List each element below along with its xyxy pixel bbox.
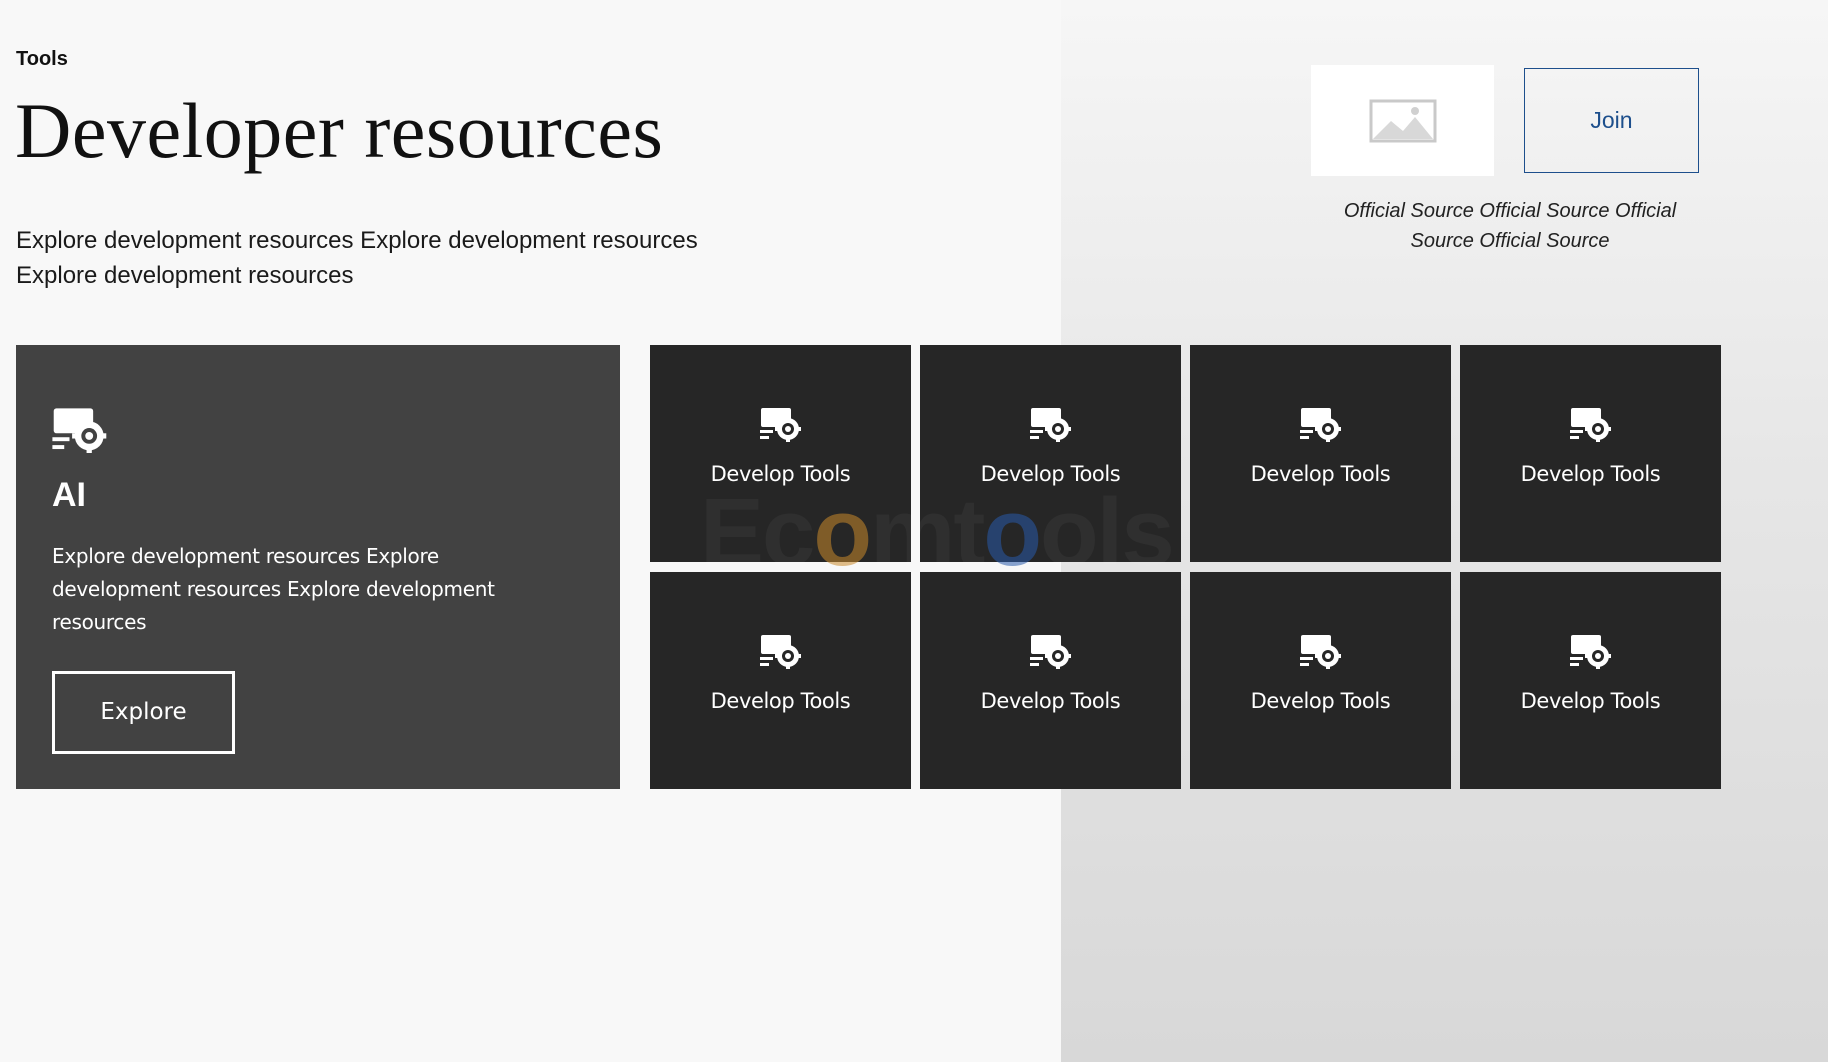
- promo-image[interactable]: [1311, 65, 1494, 176]
- tool-tile-label: Develop Tools: [1520, 689, 1661, 713]
- developer-tools-icon: [1569, 634, 1612, 669]
- feature-card-ai: AI Explore development resources Explore…: [16, 345, 620, 789]
- tool-tile-label: Develop Tools: [1250, 689, 1391, 713]
- join-button[interactable]: Join: [1524, 68, 1699, 173]
- explore-button[interactable]: Explore: [52, 670, 235, 754]
- developer-tools-icon: [759, 407, 802, 442]
- developer-tools-icon: [1029, 634, 1072, 669]
- tool-tile[interactable]: Develop Tools: [1190, 572, 1451, 789]
- tool-tile[interactable]: Develop Tools: [920, 345, 1181, 562]
- developer-tools-icon: [52, 407, 108, 453]
- tool-tile-label: Develop Tools: [1520, 462, 1661, 486]
- developer-tools-icon: [1569, 407, 1612, 442]
- developer-tools-icon: [1299, 634, 1342, 669]
- tool-tile[interactable]: Develop Tools: [1190, 345, 1451, 562]
- page-lead: Explore development resources Explore de…: [16, 227, 698, 289]
- feature-description: Explore development resources Explore de…: [52, 543, 495, 634]
- developer-tools-icon: [1299, 407, 1342, 442]
- tools-grid: Develop Tools Develop Tools Develop Tool…: [650, 345, 1721, 789]
- tool-tile[interactable]: Develop Tools: [1460, 572, 1721, 789]
- tool-tile-label: Develop Tools: [1250, 462, 1391, 486]
- tool-tile[interactable]: Develop Tools: [650, 572, 911, 789]
- developer-tools-icon: [759, 634, 802, 669]
- image-placeholder-icon: [1369, 99, 1436, 142]
- page-content: Tools Developer resources Explore develo…: [0, 0, 1828, 1062]
- official-source-note: Official Source Official Source Official…: [1343, 200, 1677, 252]
- section-eyebrow: Tools: [16, 48, 68, 70]
- tool-tile-label: Develop Tools: [980, 689, 1121, 713]
- page-title: Developer resources: [15, 87, 664, 174]
- developer-tools-icon: [1029, 407, 1072, 442]
- tool-tile[interactable]: Develop Tools: [650, 345, 911, 562]
- tool-tile-label: Develop Tools: [980, 462, 1121, 486]
- tool-tile[interactable]: Develop Tools: [920, 572, 1181, 789]
- tool-tile-label: Develop Tools: [710, 462, 851, 486]
- tool-tile[interactable]: Develop Tools: [1460, 345, 1721, 562]
- tool-tile-label: Develop Tools: [710, 689, 851, 713]
- feature-title: AI: [52, 476, 86, 514]
